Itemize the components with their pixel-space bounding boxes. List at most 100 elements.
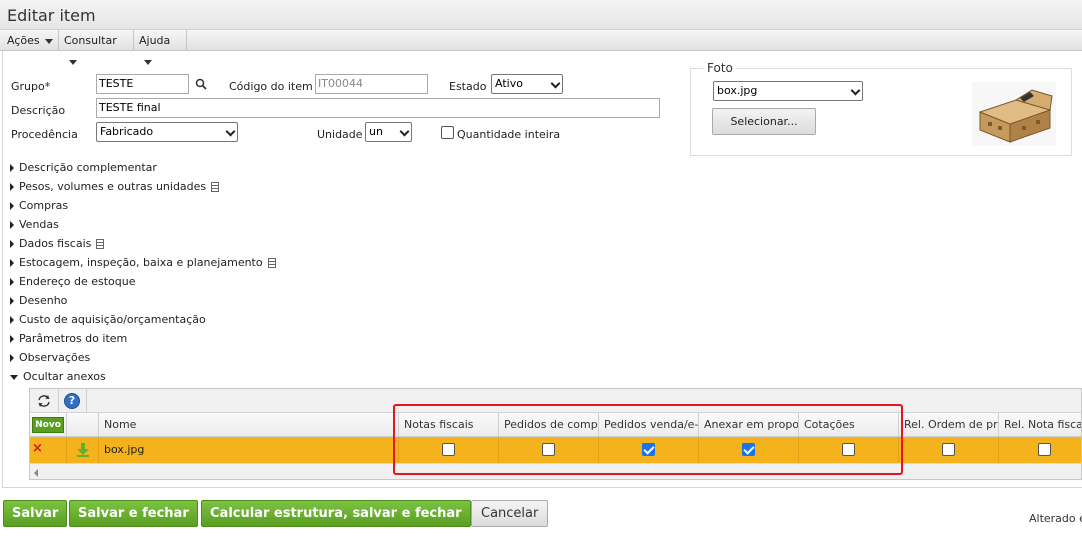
salvar-fechar-button[interactable]: Salvar e fechar — [69, 500, 198, 527]
highlight-rectangle — [393, 404, 903, 475]
codigo-field[interactable]: IT00044 — [315, 74, 428, 94]
section-label: Compras — [19, 199, 69, 212]
rel-ordem-producao-cell — [899, 437, 999, 463]
section-label: Pesos, volumes e outras unidades — [19, 180, 207, 193]
chevron-right-icon — [10, 164, 14, 172]
section-vendas[interactable]: Vendas — [10, 218, 59, 231]
estado-value: Ativo — [495, 77, 523, 90]
chevron-right-icon — [10, 259, 14, 267]
novo-header-cell: Novo — [30, 413, 67, 437]
document-icon — [96, 239, 105, 249]
estado-label: Estado — [449, 80, 487, 93]
refresh-icon[interactable] — [37, 394, 51, 408]
foto-file-select[interactable]: box.jpg — [713, 81, 863, 101]
chevron-right-icon — [10, 297, 14, 305]
chevron-right-icon — [10, 240, 14, 248]
section-observacoes[interactable]: Observações — [10, 351, 90, 364]
section-estocagem[interactable]: Estocagem, inspeção, baixa e planejament… — [10, 256, 276, 269]
section-label: Dados fiscais — [19, 237, 92, 250]
download-icon[interactable] — [76, 443, 90, 457]
menu-ajuda-label: Ajuda — [139, 34, 171, 47]
procedencia-label: Procedência — [11, 128, 78, 141]
unidade-select[interactable]: un — [365, 122, 412, 142]
document-icon — [211, 182, 220, 192]
column-rel-nota-fiscal[interactable]: Rel. Nota fiscal — [999, 413, 1081, 437]
attachment-filename[interactable]: box.jpg — [104, 443, 144, 456]
estado-select[interactable]: Ativo — [491, 74, 563, 94]
section-label: Endereço de estoque — [19, 275, 136, 288]
document-icon — [267, 258, 276, 268]
scroll-left-icon[interactable] — [34, 469, 38, 477]
calcular-salvar-fechar-button[interactable]: Calcular estrutura, salvar e fechar — [201, 500, 471, 527]
codigo-label: Código do item — [229, 80, 313, 93]
toolbar-divider — [58, 389, 59, 413]
section-label: Ocultar anexos — [23, 370, 106, 383]
descricao-label: Descrição — [11, 104, 66, 117]
menu-acoes[interactable]: Ações — [2, 30, 59, 51]
nome-cell: box.jpg — [99, 437, 399, 463]
rel-nota-fiscal-checkbox[interactable] — [1038, 443, 1051, 456]
procedencia-select[interactable]: Fabricado — [96, 122, 238, 142]
menu-consultar[interactable]: Consultar — [59, 30, 134, 65]
menu-acoes-label: Ações — [7, 34, 40, 47]
section-custo-aquisicao[interactable]: Custo de aquisição/orçamentação — [10, 313, 206, 326]
rel-nota-fiscal-cell — [999, 437, 1081, 463]
rel-ordem-producao-checkbox[interactable] — [942, 443, 955, 456]
section-label: Descrição complementar — [19, 161, 157, 174]
section-compras[interactable]: Compras — [10, 199, 68, 212]
grupo-field[interactable]: TESTE — [96, 74, 189, 94]
grupo-label: Grupo* — [11, 80, 51, 93]
section-ocultar-anexos[interactable]: Ocultar anexos — [10, 370, 106, 383]
section-label: Observações — [19, 351, 91, 364]
window-title-bar: Editar item — [0, 0, 1082, 30]
chevron-down-icon — [850, 85, 861, 96]
menu-bar: Ações Consultar Ajuda — [0, 30, 1082, 65]
section-label: Parâmetros do item — [19, 332, 128, 345]
toolbar-divider — [86, 389, 87, 413]
help-icon[interactable]: ? — [64, 393, 80, 409]
procedencia-value: Fabricado — [100, 125, 154, 138]
section-label: Desenho — [19, 294, 68, 307]
descricao-field[interactable]: TESTE final — [96, 98, 660, 118]
section-parametros[interactable]: Parâmetros do item — [10, 332, 127, 345]
section-pesos-volumes[interactable]: Pesos, volumes e outras unidades — [10, 180, 220, 193]
section-label: Estocagem, inspeção, baixa e planejament… — [19, 256, 263, 269]
delete-icon[interactable]: × — [32, 441, 43, 456]
chevron-down-icon — [225, 126, 236, 137]
column-nome[interactable]: Nome — [99, 413, 399, 437]
window-title: Editar item — [7, 6, 96, 25]
cancelar-button[interactable]: Cancelar — [471, 500, 549, 527]
section-dados-fiscais[interactable]: Dados fiscais — [10, 237, 105, 250]
icon-header-cell — [67, 413, 99, 437]
novo-button[interactable]: Novo — [32, 417, 64, 433]
chevron-right-icon — [10, 316, 14, 324]
chevron-right-icon — [10, 335, 14, 343]
chevron-right-icon — [10, 278, 14, 286]
chevron-down-icon — [44, 38, 53, 44]
chevron-right-icon — [10, 221, 14, 229]
chevron-right-icon — [10, 202, 14, 210]
quantidade-inteira-label: Quantidade inteira — [457, 128, 561, 141]
menu-ajuda[interactable]: Ajuda — [134, 30, 187, 65]
delete-cell: × — [30, 437, 67, 463]
section-descricao-complementar[interactable]: Descrição complementar — [10, 161, 157, 174]
status-text: Alterado e — [1029, 512, 1082, 525]
unidade-label: Unidade — [317, 128, 363, 141]
salvar-button[interactable]: Salvar — [3, 500, 68, 527]
unidade-value: un — [369, 125, 383, 138]
box-photo-thumbnail — [972, 82, 1056, 146]
quantidade-inteira-checkbox[interactable] — [441, 126, 454, 139]
search-icon[interactable] — [195, 78, 207, 90]
chevron-down-icon — [550, 78, 561, 89]
section-label: Vendas — [19, 218, 59, 231]
foto-legend: Foto — [704, 61, 736, 75]
section-endereco-estoque[interactable]: Endereço de estoque — [10, 275, 136, 288]
chevron-down-icon — [10, 374, 18, 380]
section-desenho[interactable]: Desenho — [10, 294, 67, 307]
selecionar-button[interactable]: Selecionar... — [712, 108, 816, 135]
chevron-right-icon — [10, 183, 14, 191]
column-rel-ordem-producao[interactable]: Rel. Ordem de produção — [899, 413, 999, 437]
chevron-down-icon — [399, 126, 410, 137]
menu-consultar-label: Consultar — [64, 34, 117, 47]
chevron-right-icon — [10, 354, 14, 362]
